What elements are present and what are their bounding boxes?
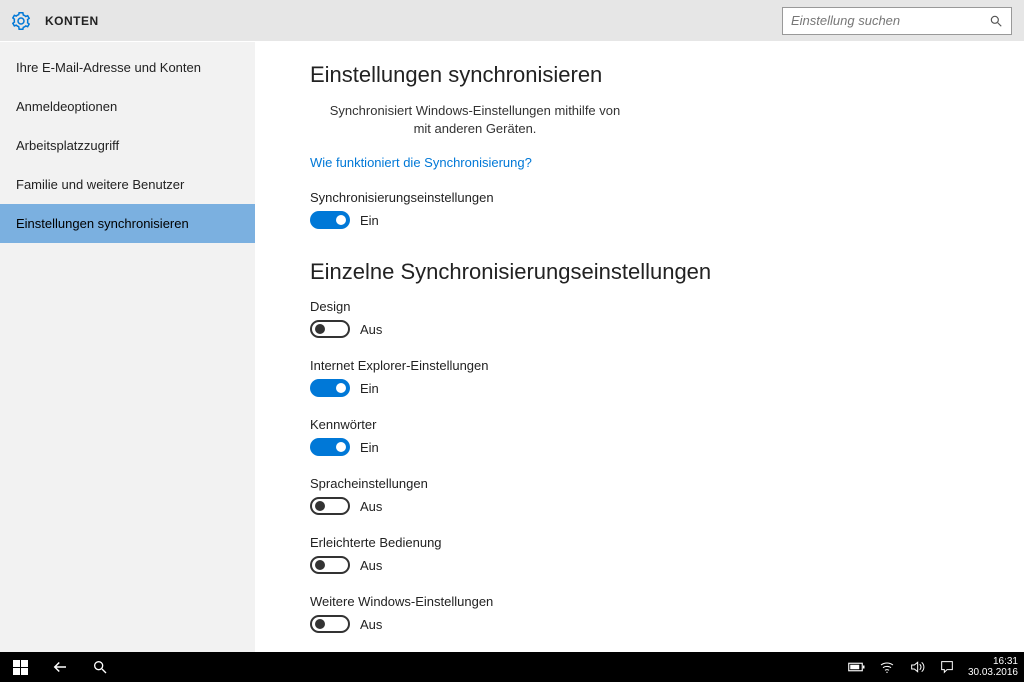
sync-description: Synchronisiert Windows-Einstellungen mit…	[310, 102, 640, 138]
content-area: Einstellungen synchronisieren Synchronis…	[255, 42, 1024, 652]
toggle-group-3: Spracheinstellungen Aus	[310, 476, 994, 515]
toggle-state-text: Ein	[360, 440, 379, 455]
sidebar: Ihre E-Mail-Adresse und KontenAnmeldeopt…	[0, 42, 255, 652]
toggle-switch-2[interactable]	[310, 438, 350, 456]
section-heading-individual: Einzelne Synchronisierungseinstellungen	[310, 259, 994, 285]
windows-logo-icon	[13, 660, 28, 675]
wifi-icon[interactable]	[872, 652, 902, 682]
search-icon	[92, 659, 108, 675]
taskbar: 16:31 30.03.2016	[0, 652, 1024, 682]
sync-help-link[interactable]: Wie funktioniert die Synchronisierung?	[310, 155, 532, 170]
header-bar: KONTEN	[0, 0, 1024, 42]
toggle-state-text: Ein	[360, 381, 379, 396]
action-center-icon[interactable]	[932, 652, 962, 682]
toggle-label: Erleichterte Bedienung	[310, 535, 994, 550]
sidebar-item-0[interactable]: Ihre E-Mail-Adresse und Konten	[0, 48, 255, 87]
toggle-label: Spracheinstellungen	[310, 476, 994, 491]
toggle-switch-0[interactable]	[310, 320, 350, 338]
sidebar-item-3[interactable]: Familie und weitere Benutzer	[0, 165, 255, 204]
toggle-label: Design	[310, 299, 994, 314]
toggle-state-text: Aus	[360, 322, 382, 337]
page-category-title: KONTEN	[45, 14, 99, 28]
sidebar-item-1[interactable]: Anmeldeoptionen	[0, 87, 255, 126]
toggle-group-4: Erleichterte Bedienung Aus	[310, 535, 994, 574]
toggle-label: Kennwörter	[310, 417, 994, 432]
toggle-state-text: Aus	[360, 617, 382, 632]
back-arrow-icon	[51, 658, 69, 676]
sidebar-item-2[interactable]: Arbeitsplatzzugriff	[0, 126, 255, 165]
back-button[interactable]	[40, 652, 80, 682]
section-heading-sync: Einstellungen synchronisieren	[310, 62, 994, 88]
toggle-group-5: Weitere Windows-Einstellungen Aus	[310, 594, 994, 633]
clock-date: 30.03.2016	[968, 667, 1018, 678]
search-box[interactable]	[782, 7, 1012, 35]
toggle-label: Internet Explorer-Einstellungen	[310, 358, 994, 373]
sidebar-item-4[interactable]: Einstellungen synchronisieren	[0, 204, 255, 243]
taskbar-search-button[interactable]	[80, 652, 120, 682]
gear-icon	[12, 12, 30, 30]
toggle-group-1: Internet Explorer-Einstellungen Ein	[310, 358, 994, 397]
volume-icon[interactable]	[902, 652, 932, 682]
master-sync-toggle[interactable]	[310, 211, 350, 229]
toggle-group-0: Design Aus	[310, 299, 994, 338]
search-icon	[989, 14, 1003, 28]
toggle-state-text: Aus	[360, 558, 382, 573]
toggle-switch-4[interactable]	[310, 556, 350, 574]
taskbar-clock[interactable]: 16:31 30.03.2016	[962, 656, 1024, 678]
search-input[interactable]	[791, 13, 989, 28]
clock-time: 16:31	[968, 656, 1018, 667]
toggle-state-text: Ein	[360, 213, 379, 228]
toggle-switch-1[interactable]	[310, 379, 350, 397]
toggle-label: Weitere Windows-Einstellungen	[310, 594, 994, 609]
toggle-label: Synchronisierungseinstellungen	[310, 190, 994, 205]
toggle-state-text: Aus	[360, 499, 382, 514]
master-sync-toggle-group: Synchronisierungseinstellungen Ein	[310, 190, 994, 229]
toggle-switch-3[interactable]	[310, 497, 350, 515]
start-button[interactable]	[0, 652, 40, 682]
battery-icon[interactable]	[842, 652, 872, 682]
toggle-switch-5[interactable]	[310, 615, 350, 633]
toggle-group-2: Kennwörter Ein	[310, 417, 994, 456]
